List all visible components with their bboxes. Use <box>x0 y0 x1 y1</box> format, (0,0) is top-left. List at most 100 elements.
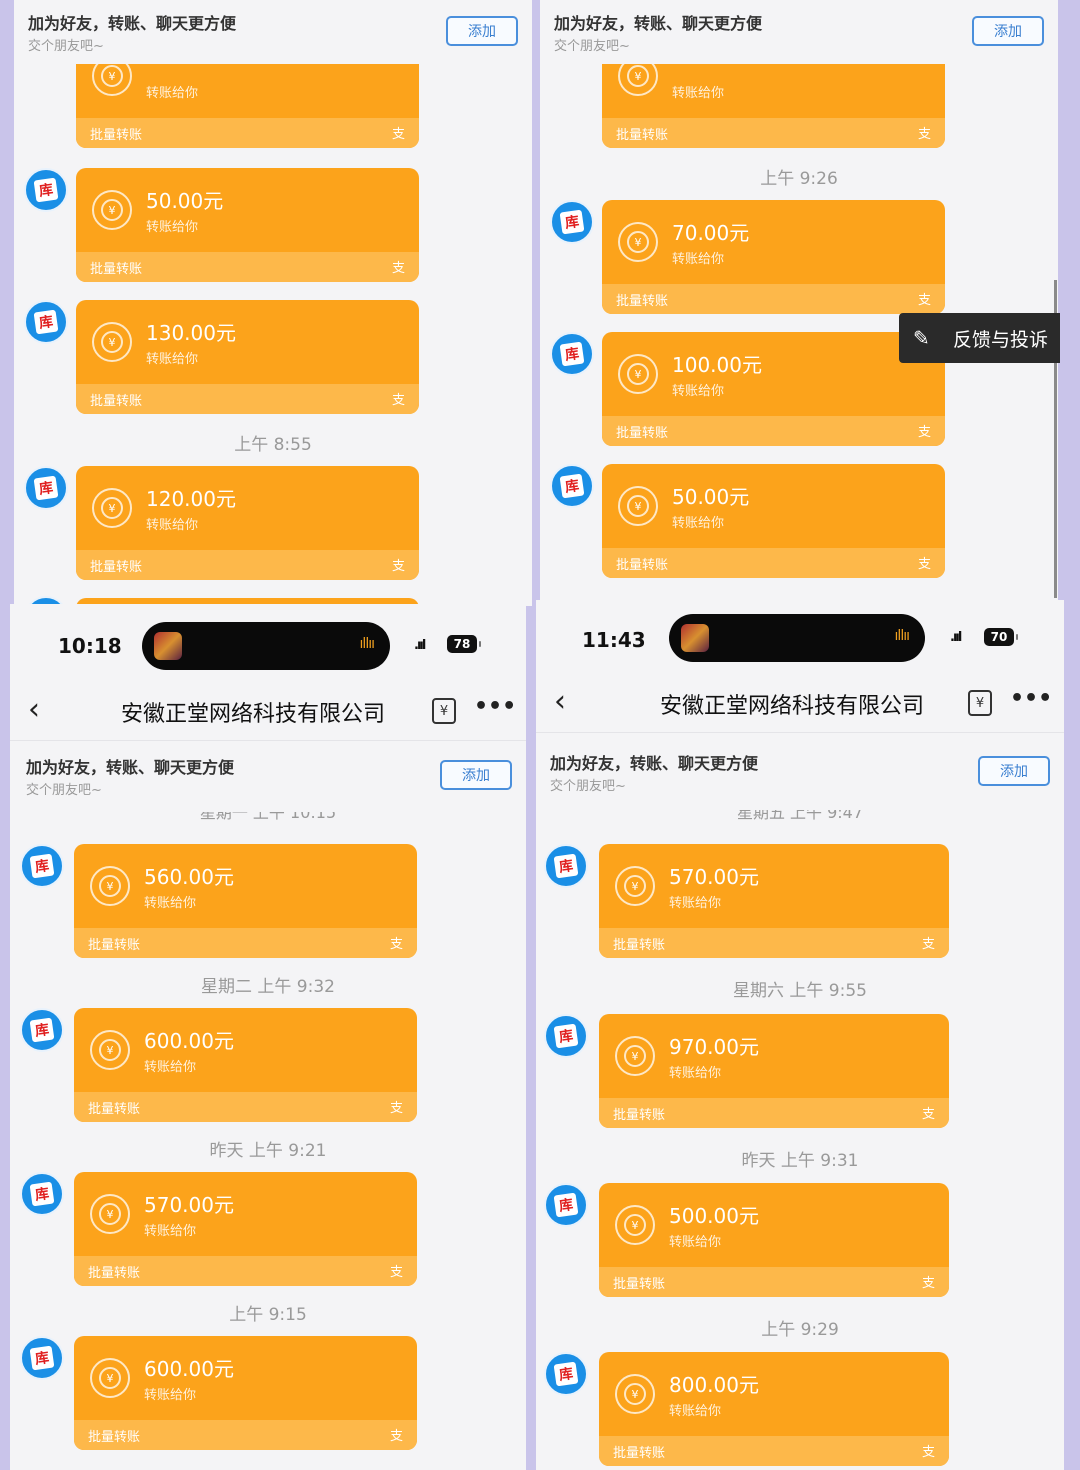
transfer-card[interactable]: ¥ 600.00元 转账给你 批量转账 支 <box>74 1008 417 1122</box>
card-footer: 批量转账 支 <box>74 1092 417 1122</box>
sender-avatar[interactable]: 库 <box>544 1352 588 1396</box>
pencil-icon: ✎ <box>913 326 930 350</box>
transfer-card[interactable]: ¥ 50.00元 转账给你 批量转账 支 <box>76 168 419 282</box>
alipay-icon: 支 <box>921 1276 935 1291</box>
batch-transfer-label: 批量转账 <box>90 560 143 575</box>
more-icon[interactable]: ••• <box>474 694 516 719</box>
batch-transfer-label: 批量转账 <box>616 426 669 441</box>
chat-timestamp: 上午 9:26 <box>760 169 838 189</box>
batch-transfer-label: 批量转账 <box>616 558 669 573</box>
add-friend-banner: 加为好友，转账、聊天更方便 交个朋友吧~ 添加 <box>536 740 1064 808</box>
transfer-card[interactable]: ¥ 100.00元 转账给你 批量转账 支 <box>602 332 945 446</box>
more-icon[interactable]: ••• <box>1010 686 1052 711</box>
yuan-coin-icon: ¥ <box>618 486 658 526</box>
alipay-icon: 支 <box>389 1101 403 1116</box>
add-friend-button[interactable]: 添加 <box>440 760 512 790</box>
chat-timestamp: 星期六 上午 9:55 <box>733 981 867 1001</box>
status-bar: 10:18 ıllıı .ııl 78 <box>10 604 526 684</box>
card-footer: 批量转账 支 <box>602 118 945 148</box>
sender-avatar[interactable]: 库 <box>20 1336 64 1380</box>
chat-screenshot-2: 加为好友，转账、聊天更方便 交个朋友吧~ 添加 ¥ 转账给你 批量转账支 上午 … <box>540 0 1058 600</box>
chat-timestamp: 上午 9:15 <box>229 1305 307 1325</box>
transfer-amount: 600.00元 <box>144 1357 234 1381</box>
transfer-card[interactable]: ¥ 120.00元 转账给你 批量转账 支 <box>76 466 419 580</box>
transfer-amount: 50.00元 <box>146 189 224 213</box>
sender-avatar[interactable]: 库 <box>24 466 68 510</box>
transfer-amount: 570.00元 <box>669 865 759 889</box>
battery-icon: 70 <box>984 628 1018 646</box>
chat-screenshot-1: 加为好友，转账、聊天更方便 交个朋友吧~ 添加 ¥ 转账给你 批量转账支 库 ¥… <box>14 0 532 606</box>
card-footer: 批量转账 支 <box>76 550 419 580</box>
alipay-icon: 支 <box>389 937 403 952</box>
add-friend-button[interactable]: 添加 <box>446 16 518 46</box>
sender-avatar[interactable]: 库 <box>20 1172 64 1216</box>
sender-avatar[interactable]: 库 <box>550 200 594 244</box>
transfer-yen-icon[interactable]: ¥ <box>432 698 456 724</box>
transfer-card[interactable]: ¥ 130.00元 转账给你 批量转账 支 <box>76 300 419 414</box>
transfer-subtitle: 转账给你 <box>146 518 199 533</box>
transfer-card[interactable]: ¥ 70.00元 转账给你 批量转账 支 <box>602 200 945 314</box>
batch-transfer-label: 批量转账 <box>88 1266 141 1281</box>
batch-transfer-label: 批量转账 <box>90 394 143 409</box>
transfer-amount: 500.00元 <box>669 1204 759 1228</box>
card-footer: 批量转账 支 <box>602 284 945 314</box>
chat-timestamp: 昨天 上午 9:21 <box>209 1141 327 1161</box>
alipay-icon: 支 <box>391 393 405 408</box>
transfer-subtitle: 转账给你 <box>669 1404 722 1419</box>
sender-avatar[interactable]: 库 <box>544 844 588 888</box>
sender-avatar[interactable]: 库 <box>544 1183 588 1227</box>
transfer-card[interactable]: ¥ 50.00元 转账给你 批量转账 支 <box>602 464 945 578</box>
yuan-coin-icon: ¥ <box>90 1030 130 1070</box>
alipay-icon: 支 <box>391 127 405 142</box>
alipay-icon: 支 <box>389 1429 403 1444</box>
transfer-subtitle: 转账给你 <box>672 252 725 267</box>
yuan-coin-icon: ¥ <box>618 354 658 394</box>
batch-transfer-label: 批量转账 <box>613 1108 666 1123</box>
transfer-yen-icon[interactable]: ¥ <box>968 690 992 716</box>
yuan-coin-icon: ¥ <box>615 1036 655 1076</box>
yuan-coin-icon: ¥ <box>92 190 132 230</box>
sender-avatar[interactable]: 库 <box>550 332 594 376</box>
alipay-icon: 支 <box>389 1265 403 1280</box>
card-footer: 批量转账 支 <box>74 1420 417 1450</box>
card-footer: 批量转账 支 <box>74 928 417 958</box>
transfer-card[interactable]: ¥ 500.00元 转账给你 批量转账 支 <box>599 1183 949 1297</box>
status-time: 10:18 <box>58 634 122 658</box>
transfer-card[interactable]: ¥ 600.00元 转账给你 批量转账 支 <box>74 1336 417 1450</box>
transfer-subtitle: 转账给你 <box>144 1060 197 1075</box>
transfer-card[interactable]: ¥ 970.00元 转账给你 批量转账 支 <box>599 1014 949 1128</box>
yuan-coin-icon: ¥ <box>90 866 130 906</box>
sender-logo-icon: 库 <box>33 309 59 335</box>
feedback-button[interactable]: ✎ 反馈与投诉 <box>899 313 1060 363</box>
transfer-card[interactable]: ¥ 570.00元 转账给你 批量转账 支 <box>599 844 949 958</box>
add-friend-button[interactable]: 添加 <box>972 16 1044 46</box>
chat-timestamp: 上午 8:55 <box>234 435 312 455</box>
transfer-subtitle: 转账给你 <box>672 384 725 399</box>
sender-logo-icon: 库 <box>559 341 585 367</box>
app-thumbnail-icon <box>681 624 709 652</box>
sender-avatar[interactable]: 库 <box>550 464 594 508</box>
card-footer: 批量转账 支 <box>602 548 945 578</box>
add-friend-button[interactable]: 添加 <box>978 756 1050 786</box>
alipay-icon: 支 <box>921 1107 935 1122</box>
transfer-card[interactable]: ¥ 570.00元 转账给你 批量转账 支 <box>74 1172 417 1286</box>
alipay-icon: 支 <box>921 1445 935 1460</box>
yuan-coin-icon: ¥ <box>92 488 132 528</box>
banner-title: 加为好友，转账、聊天更方便 <box>554 14 763 33</box>
transfer-amount: 600.00元 <box>144 1029 234 1053</box>
sender-logo-icon: 库 <box>553 1192 579 1218</box>
sender-avatar[interactable]: 库 <box>24 168 68 212</box>
sender-logo-icon: 库 <box>33 177 59 203</box>
banner-title: 加为好友，转账、聊天更方便 <box>28 14 237 33</box>
batch-transfer-label: 批量转账 <box>616 128 669 143</box>
transfer-subtitle: 转账给你 <box>146 220 199 235</box>
app-thumbnail-icon <box>154 632 182 660</box>
alipay-icon: 支 <box>921 937 935 952</box>
sender-avatar[interactable]: 库 <box>544 1014 588 1058</box>
sender-avatar[interactable]: 库 <box>20 844 64 888</box>
sender-avatar[interactable]: 库 <box>24 300 68 344</box>
sender-avatar[interactable]: 库 <box>20 1008 64 1052</box>
transfer-card[interactable]: ¥ 560.00元 转账给你 批量转账 支 <box>74 844 417 958</box>
transfer-card[interactable]: ¥ 800.00元 转账给你 批量转账 支 <box>599 1352 949 1466</box>
alipay-icon: 支 <box>391 559 405 574</box>
